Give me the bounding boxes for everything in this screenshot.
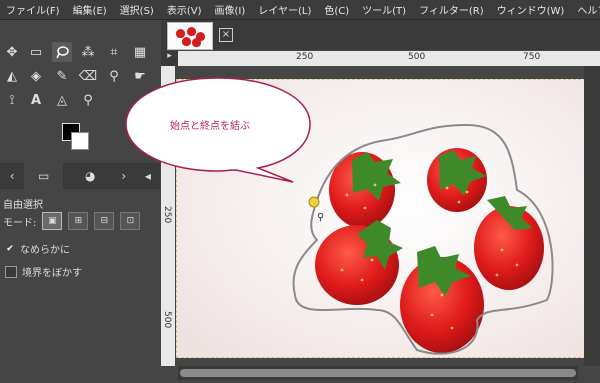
menu-image[interactable]: 画像(I) <box>209 2 253 17</box>
feather-checkbox[interactable] <box>5 265 17 278</box>
tool-options-tab-icon[interactable]: ▭ <box>24 163 64 189</box>
menu-file[interactable]: ファイル(F) <box>0 2 67 17</box>
bucket-fill-icon[interactable]: ◈ <box>26 66 46 86</box>
ruler-h-label: 750 <box>523 52 541 62</box>
menu-select[interactable]: 選択(S) <box>114 2 161 17</box>
horizontal-scrollbar[interactable] <box>178 366 578 380</box>
free-select-icon[interactable] <box>52 42 72 62</box>
mode-intersect-button[interactable]: ⊡ <box>120 212 141 230</box>
mode-add-button[interactable]: ⊞ <box>68 212 89 230</box>
ruler-v-label: 500 <box>162 311 172 329</box>
menu-view[interactable]: 表示(V) <box>161 2 209 17</box>
menu-layer[interactable]: レイヤー(L) <box>252 2 318 17</box>
vertical-scrollbar[interactable] <box>584 66 600 366</box>
menu-windows[interactable]: ウィンドウ(W) <box>491 2 572 17</box>
menu-edit[interactable]: 編集(E) <box>67 2 114 17</box>
crop-icon[interactable]: ⌗ <box>104 42 124 62</box>
antialias-row: ✔ なめらかに <box>5 241 70 257</box>
horizontal-scroll-thumb[interactable] <box>180 369 576 377</box>
antialias-checkbox[interactable]: ✔ <box>5 244 15 254</box>
text-icon[interactable]: A <box>26 90 46 110</box>
image-thumbnail[interactable] <box>167 22 213 50</box>
menu-bar: ファイル(F) 編集(E) 選択(S) 表示(V) 画像(I) レイヤー(L) … <box>0 0 600 20</box>
menu-tools[interactable]: ツール(T) <box>356 2 413 17</box>
menu-help[interactable]: ヘルプ(H) <box>571 2 600 17</box>
svg-text:⚲: ⚲ <box>317 212 324 223</box>
annotation-text: 始点と終点を結ぶ <box>170 121 250 132</box>
image-tabs: × <box>161 20 600 50</box>
paintbrush-icon[interactable]: ✎ <box>52 66 72 86</box>
color-swatches[interactable] <box>62 123 90 151</box>
close-icon[interactable]: × <box>219 28 233 42</box>
mode-label: モード: <box>3 217 37 229</box>
rect-select-icon[interactable]: ▭ <box>26 42 46 62</box>
background-color[interactable] <box>71 132 89 150</box>
horizontal-ruler: 250 500 750 <box>178 51 600 66</box>
feather-row: 境界をぼかす <box>5 264 82 279</box>
menu-colors[interactable]: 色(C) <box>318 2 356 17</box>
selection-start-node <box>308 196 320 208</box>
mode-row: モード: ▣ ⊞ ⊟ ⊡ <box>3 212 141 230</box>
eraser-icon[interactable]: ⌫ <box>78 66 98 86</box>
device-status-tab-icon[interactable]: ◕ <box>78 163 102 189</box>
menu-filters[interactable]: フィルター(R) <box>413 2 491 17</box>
strawberry-2 <box>427 148 487 212</box>
ruler-v-label: 250 <box>162 206 172 224</box>
tool-options-title: 自由選択 <box>3 200 43 211</box>
ruler-h-label: 500 <box>408 52 426 62</box>
ruler-h-label: 250 <box>296 52 314 62</box>
paths-icon[interactable]: ⟟ <box>2 90 22 110</box>
color-picker-icon[interactable]: ◬ <box>52 90 72 110</box>
mode-subtract-button[interactable]: ⊟ <box>94 212 115 230</box>
unified-transform-icon[interactable]: ▦ <box>130 42 150 62</box>
antialias-label: なめらかに <box>20 245 70 256</box>
ruler-corner-icon[interactable]: ▸ <box>161 51 178 66</box>
fuzzy-select-icon[interactable]: ⁂ <box>78 42 98 62</box>
chevron-left-icon[interactable]: ‹ <box>0 163 24 189</box>
mode-replace-button[interactable]: ▣ <box>42 212 63 230</box>
warp-icon[interactable]: ◭ <box>2 66 22 86</box>
feather-label: 境界をぼかす <box>22 268 82 279</box>
zoom-icon[interactable]: ⚲ <box>78 90 98 110</box>
move-icon[interactable]: ✥ <box>2 42 22 62</box>
